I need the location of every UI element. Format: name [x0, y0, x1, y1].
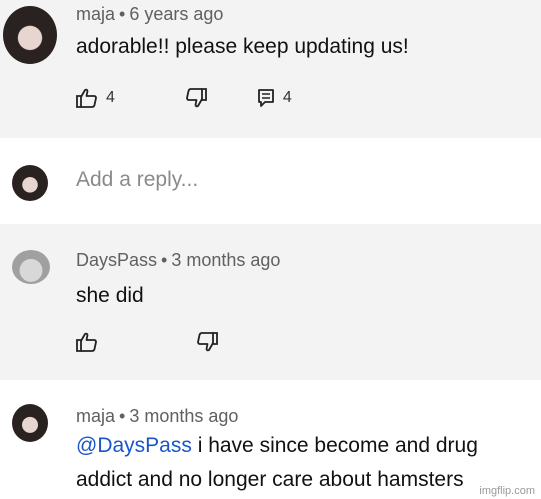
replies-button[interactable]: 4: [257, 88, 292, 108]
comment-actions: 4 4: [76, 88, 332, 108]
like-button[interactable]: [76, 332, 98, 352]
comment-time[interactable]: 3 months ago: [171, 250, 280, 270]
author-name[interactable]: DaysPass: [76, 250, 157, 270]
like-count: 4: [106, 89, 115, 106]
comment-text-line2: addict and no longer care about hamsters: [76, 468, 464, 491]
meta-separator: •: [119, 406, 126, 426]
thumbs-down-icon: [186, 88, 207, 108]
dislike-button[interactable]: [185, 88, 207, 108]
meta-separator: •: [161, 250, 168, 270]
comment-maja-original: maja • 6 years ago adorable!! please keep …: [0, 0, 541, 138]
reply-icon: [258, 89, 274, 107]
thumbs-up-icon: [76, 88, 97, 108]
comment-text-line1: @DaysPass i have since become and drug: [76, 434, 478, 458]
thumbs-down-icon: [197, 332, 218, 352]
comment-time[interactable]: 3 months ago: [129, 406, 238, 426]
avatar[interactable]: [3, 6, 57, 64]
comment-actions: [76, 332, 258, 352]
reply-input[interactable]: Add a reply...: [76, 168, 198, 192]
comment-meta: maja • 6 years ago: [76, 4, 223, 25]
avatar: [12, 165, 48, 201]
avatar[interactable]: [12, 250, 50, 284]
avatar[interactable]: [12, 404, 48, 442]
mention-link[interactable]: @DaysPass: [76, 434, 192, 457]
watermark: imgflip.com: [479, 485, 535, 497]
comment-dayspass: DaysPass • 3 months ago she did: [0, 224, 541, 380]
author-name[interactable]: maja: [76, 406, 115, 426]
like-button[interactable]: 4: [76, 88, 115, 108]
comment-meta: maja • 3 months ago: [76, 406, 238, 427]
reply-count: 4: [282, 89, 292, 106]
comment-maja-reply: maja • 3 months ago @DaysPass i have since…: [0, 380, 541, 499]
comment-time[interactable]: 6 years ago: [129, 4, 223, 24]
meta-separator: •: [119, 4, 126, 24]
dislike-button[interactable]: [196, 332, 218, 352]
reply-box: Add a reply...: [0, 138, 541, 224]
comment-meta: DaysPass • 3 months ago: [76, 250, 280, 271]
comment-text: adorable!! please keep updating us!: [76, 35, 409, 58]
comment-text: she did: [76, 284, 144, 307]
author-name[interactable]: maja: [76, 4, 115, 24]
thumbs-up-icon: [76, 332, 97, 352]
comment-text: i have since become and drug: [197, 434, 478, 457]
